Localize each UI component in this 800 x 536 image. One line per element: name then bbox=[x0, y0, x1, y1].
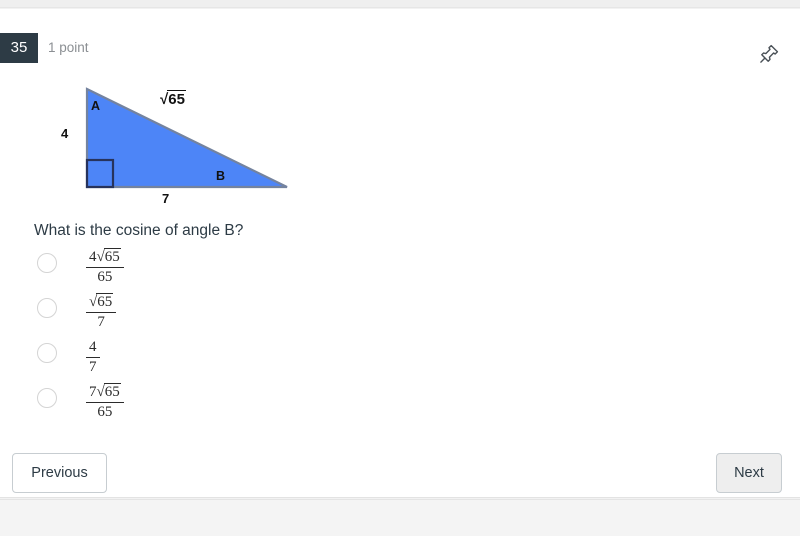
sqrt-2: √65 bbox=[89, 293, 114, 311]
fraction-denominator-1: 65 bbox=[97, 269, 113, 286]
numerator-coefficient-4: 7 bbox=[89, 384, 97, 400]
fraction-denominator-2: 7 bbox=[97, 314, 105, 331]
next-button[interactable]: Next bbox=[716, 453, 782, 493]
leg-vertical-label: 4 bbox=[61, 126, 69, 141]
fraction-numerator-3: 4 bbox=[86, 339, 100, 359]
radicand-4: 65 bbox=[103, 383, 121, 400]
radicand: 65 bbox=[167, 90, 186, 108]
fraction-3: 4 7 bbox=[86, 339, 100, 377]
sqrt-4: √65 bbox=[97, 383, 121, 401]
quiz-page: 35 1 point A B 4 7 √65 What is the cosin bbox=[0, 0, 800, 536]
fraction-2: √65 7 bbox=[86, 293, 117, 332]
radicand-2: 65 bbox=[96, 293, 114, 310]
question-prompt: What is the cosine of angle B? bbox=[34, 222, 244, 239]
triangle-shape bbox=[85, 87, 288, 189]
previous-button[interactable]: Previous bbox=[12, 453, 107, 493]
question-points-label: 1 point bbox=[48, 40, 89, 55]
fraction-numerator-2: √65 bbox=[86, 293, 117, 314]
fraction-denominator-4: 65 bbox=[97, 404, 113, 421]
fraction-numerator-4: 7√65 bbox=[86, 383, 124, 404]
question-number-badge: 35 bbox=[0, 33, 38, 63]
answer-option-1[interactable]: 4√65 65 bbox=[34, 248, 434, 294]
radicand-1: 65 bbox=[103, 248, 121, 265]
answer-math-3: 4 7 bbox=[86, 339, 100, 377]
radio-button-2[interactable] bbox=[37, 298, 57, 318]
pushpin-icon[interactable] bbox=[758, 43, 780, 65]
answer-option-4[interactable]: 7√65 65 bbox=[34, 383, 434, 429]
answer-math-1: 4√65 65 bbox=[86, 248, 124, 287]
radio-button-4[interactable] bbox=[37, 388, 57, 408]
question-header: 35 1 point bbox=[0, 33, 800, 73]
vertex-label-b: B bbox=[216, 169, 226, 183]
sqrt-1: √65 bbox=[97, 248, 121, 266]
fraction-denominator-3: 7 bbox=[89, 359, 97, 376]
answer-math-4: 7√65 65 bbox=[86, 383, 124, 422]
answer-math-2: √65 7 bbox=[86, 293, 117, 332]
quiz-navigation: Previous Next bbox=[0, 453, 800, 493]
answer-option-3[interactable]: 4 7 bbox=[34, 339, 434, 384]
fraction-4: 7√65 65 bbox=[86, 383, 124, 422]
triangle-figure: A B 4 7 √65 bbox=[40, 79, 310, 214]
answer-option-2[interactable]: √65 7 bbox=[34, 293, 434, 339]
page-footer bbox=[0, 499, 800, 536]
hypotenuse-label: √65 bbox=[160, 90, 186, 108]
numerator-coefficient-1: 4 bbox=[89, 249, 97, 265]
fraction-1: 4√65 65 bbox=[86, 248, 124, 287]
page-top-strip bbox=[0, 0, 800, 8]
radio-button-1[interactable] bbox=[37, 253, 57, 273]
fraction-numerator-1: 4√65 bbox=[86, 248, 124, 269]
leg-horizontal-label: 7 bbox=[162, 191, 170, 206]
question-card: 35 1 point A B 4 7 √65 What is the cosin bbox=[0, 9, 800, 498]
radio-button-3[interactable] bbox=[37, 343, 57, 363]
vertex-label-a: A bbox=[91, 99, 101, 113]
answer-options-list: 4√65 65 √65 7 4 7 7√65 65 bbox=[34, 248, 434, 429]
